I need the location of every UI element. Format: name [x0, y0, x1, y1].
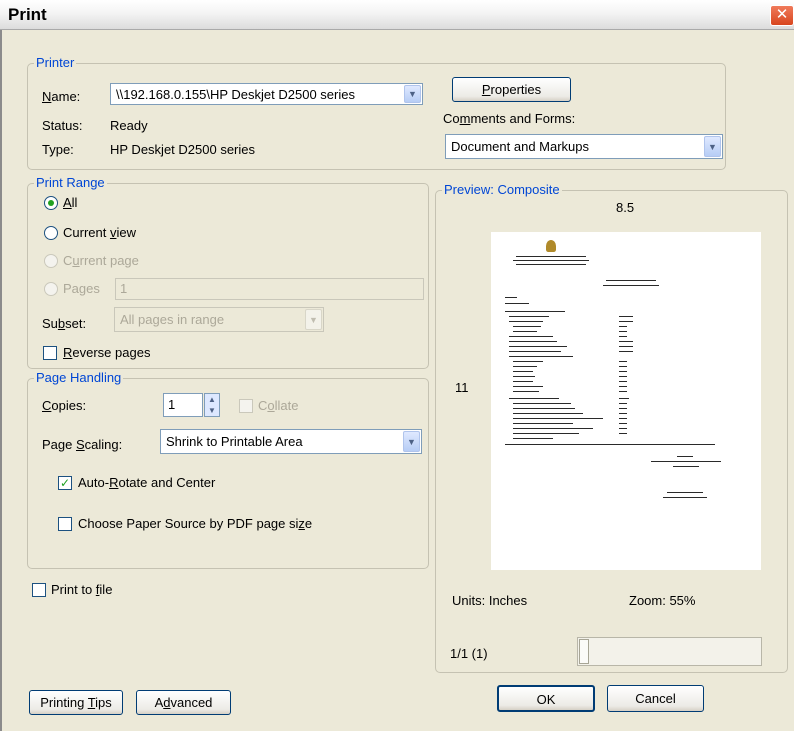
collate-checkbox[interactable] — [239, 399, 253, 413]
current-page-radio[interactable] — [44, 254, 58, 268]
all-label[interactable]: All — [63, 195, 77, 210]
printer-name-value: \\192.168.0.155\HP Deskjet D2500 series — [116, 87, 355, 102]
print-to-file-label[interactable]: Print to file — [51, 582, 112, 597]
copies-spinner[interactable]: ▲ ▼ — [204, 393, 220, 417]
advanced-button[interactable]: Advanced — [136, 690, 231, 715]
comments-forms-value: Document and Markups — [451, 139, 590, 154]
status-label: Status: — [42, 118, 83, 133]
pages-label[interactable]: Pages — [63, 281, 100, 296]
current-view-radio[interactable] — [44, 226, 58, 240]
page-handling-group: Page Handling — [27, 371, 429, 569]
page-slider[interactable] — [577, 637, 762, 666]
preview-width-value: 8.5 — [616, 200, 635, 215]
printer-name-select[interactable]: \\192.168.0.155\HP Deskjet D2500 series … — [110, 83, 423, 105]
paper-source-checkbox[interactable] — [58, 517, 72, 531]
zoom-label: Zoom: 55% — [629, 593, 696, 608]
type-label: Type: — [42, 142, 74, 157]
document-logo — [546, 240, 556, 252]
type-value: HP Deskjet D2500 series — [110, 142, 255, 157]
chevron-down-icon[interactable]: ▼ — [403, 431, 420, 452]
page-scaling-value: Shrink to Printable Area — [166, 434, 303, 449]
collate-label[interactable]: Collate — [258, 398, 298, 413]
printer-legend: Printer — [36, 55, 75, 70]
units-label: Units: Inches — [452, 593, 528, 608]
page-handling-legend: Page Handling — [36, 370, 122, 385]
close-icon[interactable]: ✕ — [770, 5, 794, 26]
chevron-down-icon[interactable]: ▼ — [404, 85, 421, 103]
arrow-down-icon[interactable]: ▼ — [205, 405, 219, 416]
page-slider-thumb[interactable] — [579, 639, 589, 664]
page-indicator: 1/1 (1) — [450, 646, 488, 661]
auto-rotate-checkbox[interactable]: ✓ — [58, 476, 72, 490]
paper-source-label[interactable]: Choose Paper Source by PDF page size — [78, 516, 312, 531]
page-scaling-label: Page Scaling: — [42, 437, 123, 452]
subset-value: All pages in range — [120, 312, 225, 327]
chevron-down-icon[interactable]: ▼ — [305, 309, 322, 330]
pages-input[interactable]: 1 — [115, 278, 424, 300]
cancel-button[interactable]: Cancel — [607, 685, 704, 712]
properties-button[interactable]: Properties — [452, 77, 571, 102]
all-radio[interactable] — [44, 196, 58, 210]
chevron-down-icon[interactable]: ▼ — [704, 136, 721, 157]
arrow-up-icon[interactable]: ▲ — [205, 394, 219, 405]
preview-height-value: 11 — [455, 380, 469, 395]
subset-label: Subset: — [42, 316, 87, 331]
print-range-group: Print Range — [27, 176, 429, 369]
copies-label: Copies: — [42, 398, 87, 413]
comments-forms-label: Comments and Forms: — [443, 111, 576, 126]
name-label: Name: — [42, 89, 81, 104]
preview-page — [491, 232, 761, 570]
comments-forms-select[interactable]: Document and Markups ▼ — [445, 134, 723, 159]
title-bar — [0, 0, 794, 30]
pages-radio[interactable] — [44, 282, 58, 296]
current-view-label[interactable]: Current view — [63, 225, 136, 240]
page-scaling-select[interactable]: Shrink to Printable Area ▼ — [160, 429, 422, 454]
print-range-legend: Print Range — [36, 175, 105, 190]
window-title: Print — [8, 5, 47, 24]
copies-input[interactable]: 1 — [163, 393, 203, 417]
auto-rotate-label[interactable]: Auto-Rotate and Center — [78, 475, 215, 490]
current-page-label[interactable]: Current page — [63, 253, 139, 268]
status-value: Ready — [110, 118, 148, 133]
ok-button[interactable]: OK — [497, 685, 595, 712]
window-border — [0, 30, 2, 731]
subset-select[interactable]: All pages in range ▼ — [114, 307, 324, 332]
preview-legend: Preview: Composite — [444, 182, 560, 197]
reverse-pages-label[interactable]: Reverse pages — [63, 345, 150, 360]
printing-tips-button[interactable]: Printing Tips — [29, 690, 123, 715]
reverse-pages-checkbox[interactable] — [43, 346, 57, 360]
print-to-file-checkbox[interactable] — [32, 583, 46, 597]
